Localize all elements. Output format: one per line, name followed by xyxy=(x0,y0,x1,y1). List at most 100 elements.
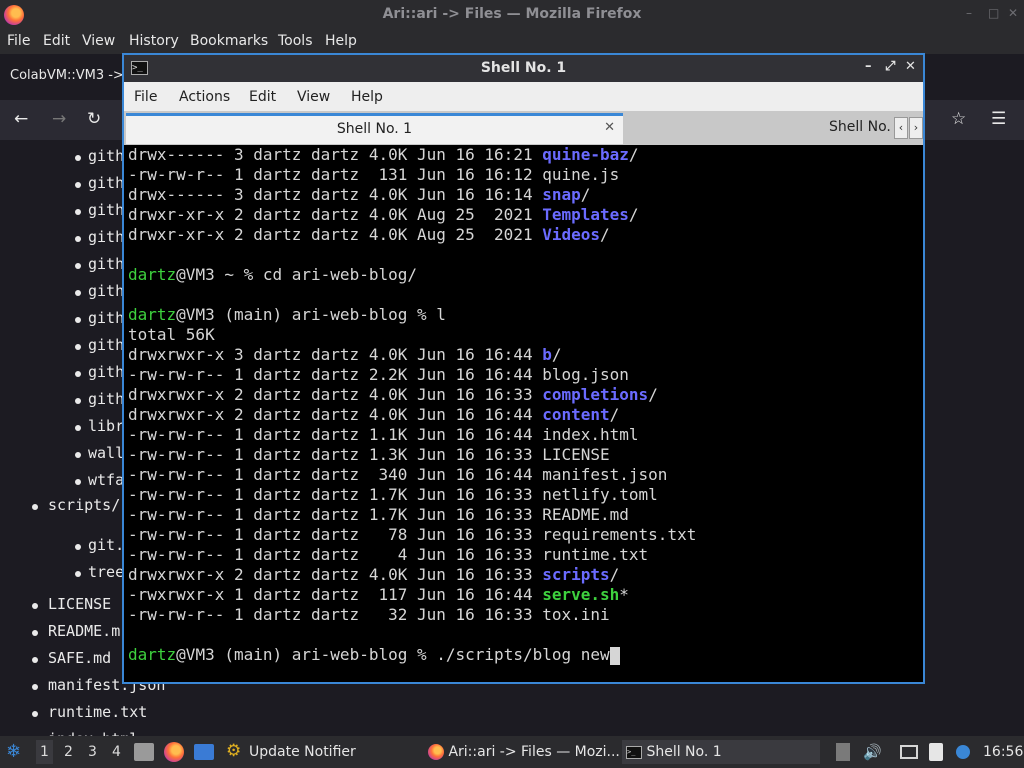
taskbar-task-shell[interactable]: >_ Shell No. 1 xyxy=(622,740,820,764)
terminal-cursor xyxy=(609,646,620,665)
shell-window: >_ Shell No. 1 – ⤢ ✕ File Actions Edit V… xyxy=(122,53,925,684)
terminal-text: -rw-rw-r-- 1 dartz dartz 1.1K Jun 16 16:… xyxy=(128,425,639,444)
list-item[interactable]: runtime.txt xyxy=(48,703,147,721)
menu-help[interactable]: Help xyxy=(325,33,357,49)
entry-suffix: / xyxy=(551,345,562,364)
list-bullet xyxy=(75,317,81,323)
close-icon[interactable]: ✕ xyxy=(1008,6,1018,20)
reload-icon[interactable]: ↻ xyxy=(87,109,101,129)
list-bullet xyxy=(75,479,81,485)
file-manager-icon[interactable] xyxy=(134,743,154,761)
terminal-text: -rw-rw-r-- 1 dartz dartz 1.7K Jun 16 16:… xyxy=(128,505,629,524)
shell-menu-help[interactable]: Help xyxy=(351,89,383,105)
firefox-menubar: File Edit View History Bookmarks Tools H… xyxy=(0,30,1024,54)
terminal-line: drwxrwxr-x 2 dartz dartz 4.0K Jun 16 16:… xyxy=(128,565,619,585)
list-item[interactable]: gith xyxy=(88,336,124,354)
prompt-user: dartz xyxy=(128,645,177,664)
clock: 16:56 xyxy=(983,744,1024,760)
list-bullet xyxy=(75,209,81,215)
directory-name: completions xyxy=(542,385,649,404)
update-notifier-icon[interactable]: ⚙ xyxy=(226,741,241,761)
bookmark-star-icon[interactable]: ☆ xyxy=(951,109,966,129)
terminal-line: drwxrwxr-x 2 dartz dartz 4.0K Jun 16 16:… xyxy=(128,405,619,425)
shell-menu-view[interactable]: View xyxy=(297,89,330,105)
list-item[interactable]: SAFE.md xyxy=(48,649,111,667)
forward-icon[interactable]: → xyxy=(52,109,66,129)
maximize-icon[interactable]: □ xyxy=(988,6,999,20)
workspace-4[interactable]: 4 xyxy=(112,744,121,760)
taskbar: ❄ 1 2 3 4 ⚙ Update Notifier Ari::ari -> … xyxy=(0,736,1024,768)
list-item[interactable]: gith xyxy=(88,309,124,327)
list-item[interactable]: gith xyxy=(88,174,124,192)
menu-history[interactable]: History xyxy=(129,33,179,49)
menu-bookmarks[interactable]: Bookmarks xyxy=(190,33,268,49)
list-item[interactable]: gith xyxy=(88,363,124,381)
shell-maximize-icon[interactable]: ⤢ xyxy=(885,59,895,74)
terminal-output[interactable]: drwx------ 3 dartz dartz 4.0K Jun 16 16:… xyxy=(126,145,921,682)
shell-tab-1[interactable]: Shell No. 1 ✕ xyxy=(126,113,623,144)
firefox-titlebar: Ari::ari -> Files — Mozilla Firefox – □ … xyxy=(0,0,1024,30)
terminal-line: -rwxrwxr-x 1 dartz dartz 117 Jun 16 16:4… xyxy=(128,585,629,605)
list-item[interactable]: LICENSE xyxy=(48,595,111,613)
workspace-1[interactable]: 1 xyxy=(36,740,53,764)
entry-suffix: / xyxy=(648,385,658,404)
network-icon[interactable] xyxy=(900,745,918,759)
start-menu-icon[interactable]: ❄ xyxy=(6,741,21,762)
shell-menu-edit[interactable]: Edit xyxy=(249,89,276,105)
taskbar-task-firefox[interactable]: Ari::ari -> Files — Mozi... xyxy=(424,740,624,764)
terminal-text: -rw-rw-r-- 1 dartz dartz 78 Jun 16 16:33… xyxy=(128,525,697,544)
update-notifier-label[interactable]: Update Notifier xyxy=(249,744,356,760)
clipboard-icon[interactable] xyxy=(836,743,850,761)
list-bullet xyxy=(32,603,38,609)
shell-minimize-icon[interactable]: – xyxy=(865,59,872,74)
list-item[interactable]: wall xyxy=(88,444,124,462)
list-item[interactable]: README.m xyxy=(48,622,120,640)
terminal-text: -rw-rw-r-- 1 dartz dartz 32 Jun 16 16:33… xyxy=(128,605,610,624)
menu-tools[interactable]: Tools xyxy=(278,33,313,49)
minimize-icon[interactable]: – xyxy=(966,6,972,20)
tab-scroll-left-icon[interactable]: ‹ xyxy=(894,117,908,139)
tab-close-icon[interactable]: ✕ xyxy=(604,120,615,135)
list-item[interactable]: gith xyxy=(88,228,124,246)
volume-icon[interactable]: 🔊 xyxy=(863,743,882,761)
menu-view[interactable]: View xyxy=(82,33,115,49)
list-item[interactable]: gith xyxy=(88,255,124,273)
list-bullet xyxy=(75,182,81,188)
tab-scroll-right-icon[interactable]: › xyxy=(909,117,923,139)
browser-tab[interactable]: ColabVM::VM3 -> xyxy=(10,68,124,83)
firefox-launcher-icon[interactable] xyxy=(164,742,184,762)
list-item[interactable]: git. xyxy=(88,536,124,554)
menu-edit[interactable]: Edit xyxy=(43,33,70,49)
terminal-line: -rw-rw-r-- 1 dartz dartz 1.7K Jun 16 16:… xyxy=(128,485,658,505)
shell-close-icon[interactable]: ✕ xyxy=(905,59,916,74)
list-item[interactable]: gith xyxy=(88,282,124,300)
notes-icon[interactable] xyxy=(929,743,943,761)
terminal-line: -rw-rw-r-- 1 dartz dartz 1.3K Jun 16 16:… xyxy=(128,445,610,465)
shell-tab-2[interactable]: Shell No. xyxy=(829,119,891,135)
list-item[interactable]: gith xyxy=(88,201,124,219)
terminal-line: drwxrwxr-x 3 dartz dartz 4.0K Jun 16 16:… xyxy=(128,345,562,365)
list-item[interactable]: libr xyxy=(88,417,124,435)
list-bullet xyxy=(75,371,81,377)
list-item[interactable]: tree xyxy=(88,563,124,581)
back-icon[interactable]: ← xyxy=(14,109,28,129)
updates-icon[interactable] xyxy=(956,745,970,759)
workspace-2[interactable]: 2 xyxy=(64,744,73,760)
menu-file[interactable]: File xyxy=(7,33,30,49)
app-menu-icon[interactable]: ☰ xyxy=(991,109,1006,129)
entry-suffix: / xyxy=(609,405,620,424)
terminal-text: drwxrwxr-x 2 dartz dartz 4.0K Jun 16 16:… xyxy=(128,385,543,404)
terminal-line: drwx------ 3 dartz dartz 4.0K Jun 16 16:… xyxy=(128,145,639,165)
workspace-3[interactable]: 3 xyxy=(88,744,97,760)
list-bullet xyxy=(75,544,81,550)
desktop-icon[interactable] xyxy=(194,744,214,760)
shell-menu-actions[interactable]: Actions xyxy=(179,89,230,105)
shell-titlebar: >_ Shell No. 1 – ⤢ ✕ xyxy=(124,55,923,82)
list-item[interactable]: wtfa xyxy=(88,471,124,489)
list-item[interactable]: gith xyxy=(88,390,124,408)
shell-menu-file[interactable]: File xyxy=(134,89,157,105)
shell-menubar: File Actions Edit View Help xyxy=(124,82,923,111)
list-item[interactable]: gith xyxy=(88,147,124,165)
directory-name: content xyxy=(542,405,610,424)
list-item-scripts[interactable]: scripts/ xyxy=(48,496,120,514)
